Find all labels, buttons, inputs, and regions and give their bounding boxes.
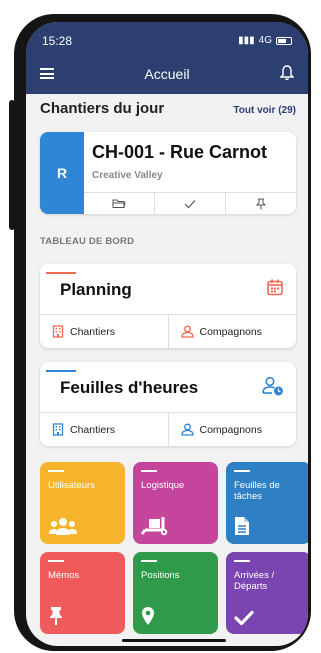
planning-title: Planning — [60, 280, 132, 299]
user-icon — [180, 325, 194, 338]
user-icon — [180, 423, 194, 436]
chantier-badge: R — [40, 132, 84, 214]
tile-bar — [234, 560, 250, 562]
tile-label: Logistique — [141, 480, 185, 491]
user-clock-icon — [262, 376, 283, 396]
top-bar: 15:28 ▮▮▮ 4G Accueil — [26, 22, 308, 94]
tile-arrivees-departs[interactable]: Arrivées / Départs — [226, 552, 308, 634]
document-icon — [235, 517, 249, 535]
signal-icon: ▮▮▮ — [238, 35, 255, 46]
timesheets-chantiers-link[interactable]: Chantiers — [40, 413, 169, 446]
timesheets-compagnons-label: Compagnons — [199, 423, 262, 436]
timesheets-chantiers-label: Chantiers — [70, 423, 115, 436]
bell-icon[interactable] — [280, 65, 294, 81]
app-screen: 15:28 ▮▮▮ 4G Accueil Chantiers du jour T… — [26, 22, 308, 646]
chantier-client: Creative Valley — [92, 170, 163, 181]
building-icon — [52, 423, 64, 436]
planning-links: Chantiers Compagnons — [40, 314, 296, 348]
tile-label: Arrivées / Départs — [234, 570, 275, 592]
tile-positions[interactable]: Positions — [133, 552, 218, 634]
status-indicators: ▮▮▮ 4G — [238, 35, 292, 46]
tile-label: Positions — [141, 570, 180, 581]
tile-bar — [234, 470, 250, 472]
tile-utilisateurs[interactable]: Utilisateurs — [40, 462, 125, 544]
tile-bar — [141, 470, 157, 472]
section-title: Chantiers du jour — [40, 100, 165, 117]
battery-icon — [276, 36, 292, 45]
timesheets-compagnons-link[interactable]: Compagnons — [169, 413, 297, 446]
page-title: Accueil — [144, 66, 190, 82]
pin-icon[interactable] — [226, 193, 296, 214]
planning-chantiers-label: Chantiers — [70, 325, 115, 338]
tile-memos[interactable]: Mémos — [40, 552, 125, 634]
check-icon — [234, 610, 254, 626]
folder-icon[interactable] — [84, 193, 155, 214]
location-icon — [142, 607, 154, 625]
network-label: 4G — [258, 35, 272, 46]
card-accent — [46, 370, 76, 372]
tile-bar — [48, 470, 64, 472]
phone-side-button — [9, 100, 15, 230]
building-icon — [52, 325, 64, 338]
check-icon[interactable] — [155, 193, 226, 214]
planning-card[interactable]: Planning Chantiers Compagnons — [40, 264, 296, 348]
timesheets-title: Feuilles d'heures — [60, 378, 199, 397]
dashboard-label: TABLEAU DE BORD — [40, 236, 135, 247]
planning-chantiers-link[interactable]: Chantiers — [40, 315, 169, 348]
users-icon — [49, 518, 77, 535]
chantier-name: CH-001 - Rue Carnot — [92, 142, 268, 162]
planning-compagnons-link[interactable]: Compagnons — [169, 315, 297, 348]
see-all-link[interactable]: Tout voir (29) — [233, 105, 296, 116]
timesheets-card[interactable]: Feuilles d'heures Chantiers Compagnons — [40, 362, 296, 446]
today-header: Chantiers du jour Tout voir (29) — [40, 100, 296, 117]
chantier-actions — [84, 192, 296, 214]
tile-logistique[interactable]: Logistique — [133, 462, 218, 544]
chantier-card[interactable]: R CH-001 - Rue Carnot Creative Valley — [40, 132, 296, 214]
tile-bar — [141, 560, 157, 562]
planning-compagnons-label: Compagnons — [199, 325, 262, 338]
status-time: 15:28 — [42, 34, 73, 48]
timesheets-links: Chantiers Compagnons — [40, 412, 296, 446]
truck-icon — [141, 517, 168, 536]
tile-bar — [48, 560, 64, 562]
card-accent — [46, 272, 76, 274]
tile-label: Utilisateurs — [48, 480, 95, 491]
calendar-icon — [267, 279, 283, 296]
tile-feuilles-de-taches[interactable]: Feuilles de tâches — [226, 462, 308, 544]
pin-icon — [49, 607, 63, 625]
home-indicator — [122, 639, 226, 642]
tile-label: Mémos — [48, 570, 80, 581]
tile-label: Feuilles de tâches — [234, 480, 280, 502]
